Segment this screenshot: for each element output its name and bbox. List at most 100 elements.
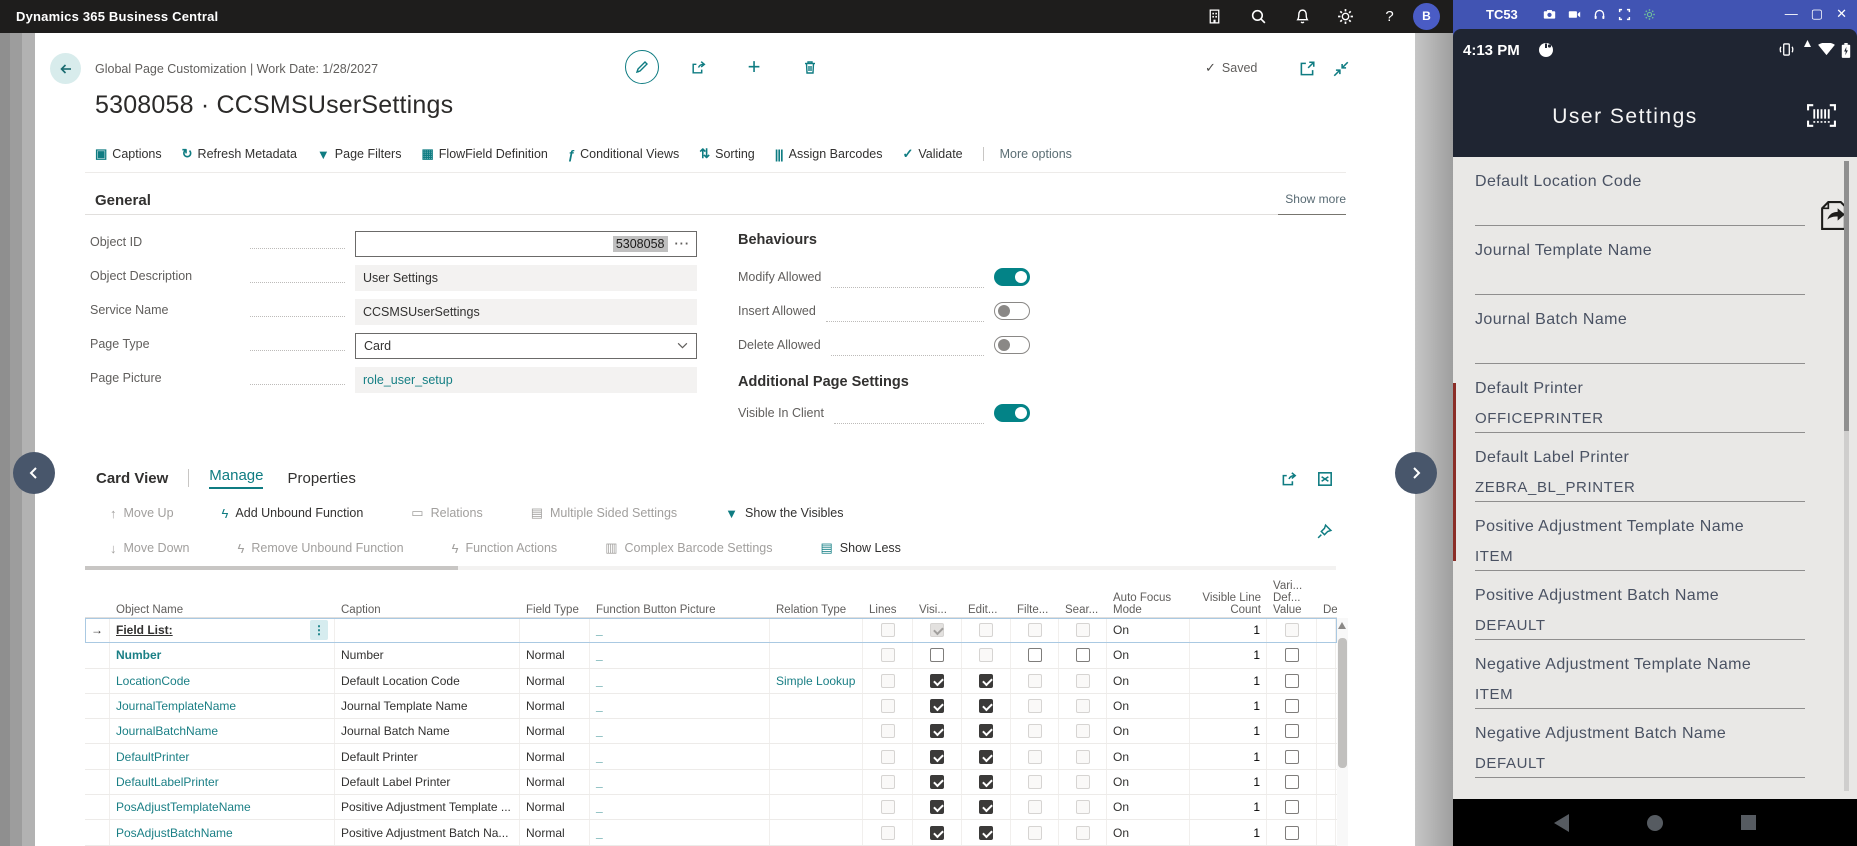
- auto-focus-mode-cell[interactable]: On: [1107, 744, 1190, 768]
- filterable-checkbox[interactable]: [1028, 699, 1042, 713]
- android-recents-button[interactable]: [1741, 815, 1756, 830]
- action-bar-item[interactable]: ||| Assign Barcodes: [775, 147, 883, 162]
- auto-focus-mode-cell[interactable]: On: [1107, 618, 1190, 642]
- col-visible-line-count[interactable]: Visible Line Count: [1190, 580, 1267, 620]
- visible-line-count-cell[interactable]: 1: [1190, 643, 1267, 667]
- manage-button[interactable]: ϟ Function Actions: [452, 540, 558, 556]
- edit-pencil-icon[interactable]: [625, 50, 659, 84]
- field-type-cell[interactable]: Normal: [520, 820, 590, 844]
- caption-cell[interactable]: Positive Adjustment Template ...: [335, 795, 520, 819]
- filterable-checkbox[interactable]: [1028, 623, 1042, 637]
- lines-checkbox[interactable]: [881, 674, 895, 688]
- caption-cell[interactable]: Journal Batch Name: [335, 719, 520, 743]
- function-button-picture-cell[interactable]: _: [590, 669, 770, 693]
- searchable-checkbox[interactable]: [1076, 750, 1090, 764]
- function-button-picture-cell[interactable]: _: [590, 643, 770, 667]
- field-type-cell[interactable]: Normal: [520, 770, 590, 794]
- open-in-new-window-icon[interactable]: [1298, 60, 1316, 78]
- toggle-switch[interactable]: [994, 404, 1030, 422]
- video-icon[interactable]: [1568, 8, 1581, 21]
- searchable-checkbox[interactable]: [1076, 699, 1090, 713]
- notifications-bell-icon[interactable]: [1294, 8, 1311, 25]
- lines-checkbox[interactable]: [881, 623, 895, 637]
- default-value-checkbox[interactable]: [1285, 800, 1299, 814]
- tab-manage[interactable]: Manage: [209, 467, 263, 489]
- barcode-scan-icon[interactable]: [1806, 103, 1837, 128]
- manage-button[interactable]: ↑ Move Up: [110, 505, 174, 521]
- object-name-link[interactable]: JournalTemplateName: [116, 699, 236, 713]
- android-back-button[interactable]: [1554, 814, 1569, 832]
- searchable-checkbox[interactable]: [1076, 648, 1090, 662]
- table-row[interactable]: PosAdjustBatchName Positive Adjustment B…: [85, 820, 1337, 845]
- function-button-picture-cell[interactable]: _: [590, 618, 770, 642]
- table-vertical-scrollbar[interactable]: [1337, 618, 1348, 846]
- visible-checkbox[interactable]: [930, 750, 944, 764]
- searchable-checkbox[interactable]: [1076, 724, 1090, 738]
- function-button-picture-cell[interactable]: _: [590, 744, 770, 768]
- editable-checkbox[interactable]: [979, 724, 993, 738]
- lines-checkbox[interactable]: [881, 826, 895, 840]
- settings-field-value[interactable]: DEFAULT: [1475, 755, 1546, 772]
- share-icon[interactable]: [681, 50, 715, 84]
- manage-button[interactable]: ▤ Show Less: [820, 540, 900, 556]
- lines-checkbox[interactable]: [881, 750, 895, 764]
- open-in-excel-icon[interactable]: [1316, 470, 1334, 488]
- toggle-switch[interactable]: [994, 336, 1030, 354]
- function-button-picture-cell[interactable]: _: [590, 770, 770, 794]
- settings-field[interactable]: Journal Batch Name: [1475, 295, 1805, 364]
- settings-field[interactable]: Default Printer OFFICEPRINTER: [1475, 364, 1805, 433]
- object-name-link[interactable]: LocationCode: [116, 674, 190, 688]
- toggle-switch[interactable]: [994, 302, 1030, 320]
- filterable-checkbox[interactable]: [1028, 826, 1042, 840]
- col-relation-type[interactable]: Relation Type: [770, 580, 863, 620]
- object-name-link[interactable]: JournalBatchName: [116, 724, 218, 738]
- visible-line-count-cell[interactable]: 1: [1190, 820, 1267, 844]
- settings-field[interactable]: Positive Adjustment Batch Name DEFAULT: [1475, 571, 1805, 640]
- next-page-chevron-button[interactable]: [1395, 452, 1437, 494]
- visible-checkbox[interactable]: [930, 648, 944, 662]
- col-field-type[interactable]: Field Type: [520, 580, 590, 620]
- visible-line-count-cell[interactable]: 1: [1190, 618, 1267, 642]
- editable-checkbox[interactable]: [979, 775, 993, 789]
- settings-gear-icon[interactable]: [1337, 8, 1354, 25]
- col-object-name[interactable]: Object Name: [110, 580, 335, 620]
- mobile-scrollbar-thumb[interactable]: [1844, 161, 1849, 431]
- col-auto-focus-mode[interactable]: Auto Focus Mode: [1107, 580, 1190, 620]
- searchable-checkbox[interactable]: [1076, 826, 1090, 840]
- export-page-icon[interactable]: [1820, 200, 1847, 231]
- visible-checkbox[interactable]: [930, 674, 944, 688]
- caption-cell[interactable]: Default Printer: [335, 744, 520, 768]
- tab-card-view[interactable]: Card View: [96, 470, 168, 487]
- filterable-checkbox[interactable]: [1028, 724, 1042, 738]
- assist-edit-button[interactable]: ···: [675, 237, 691, 251]
- visible-checkbox[interactable]: [930, 826, 944, 840]
- function-button-picture-cell[interactable]: _: [590, 719, 770, 743]
- auto-focus-mode-cell[interactable]: On: [1107, 795, 1190, 819]
- visible-line-count-cell[interactable]: 1: [1190, 770, 1267, 794]
- caption-cell[interactable]: Default Location Code: [335, 669, 520, 693]
- editable-checkbox[interactable]: [979, 800, 993, 814]
- field-type-cell[interactable]: Normal: [520, 744, 590, 768]
- editable-checkbox[interactable]: [979, 699, 993, 713]
- default-value-checkbox[interactable]: [1285, 826, 1299, 840]
- user-avatar[interactable]: B: [1413, 3, 1440, 30]
- camera-icon[interactable]: [1543, 8, 1556, 21]
- table-row[interactable]: PosAdjustTemplateName Positive Adjustmen…: [85, 795, 1337, 820]
- default-value-checkbox[interactable]: [1285, 648, 1299, 662]
- visible-line-count-cell[interactable]: 1: [1190, 719, 1267, 743]
- relation-type-cell[interactable]: Simple Lookup: [770, 669, 863, 693]
- auto-focus-mode-cell[interactable]: On: [1107, 770, 1190, 794]
- auto-focus-mode-cell[interactable]: On: [1107, 820, 1190, 844]
- col-searchable[interactable]: Sear...: [1059, 580, 1107, 620]
- tab-properties[interactable]: Properties: [287, 470, 355, 487]
- field-type-cell[interactable]: Normal: [520, 719, 590, 743]
- col-variant-default-value[interactable]: Vari... Def... Value: [1267, 580, 1317, 620]
- android-home-button[interactable]: [1647, 815, 1663, 831]
- settings-field-value[interactable]: ITEM: [1475, 686, 1513, 703]
- lines-checkbox[interactable]: [881, 800, 895, 814]
- object-name-link[interactable]: DefaultLabelPrinter: [116, 775, 219, 789]
- vscroll-thumb[interactable]: [1338, 638, 1347, 768]
- action-bar-item[interactable]: ▣ Captions: [95, 146, 162, 162]
- editable-checkbox[interactable]: [979, 648, 993, 662]
- table-row[interactable]: DefaultLabelPrinter Default Label Printe…: [85, 770, 1337, 795]
